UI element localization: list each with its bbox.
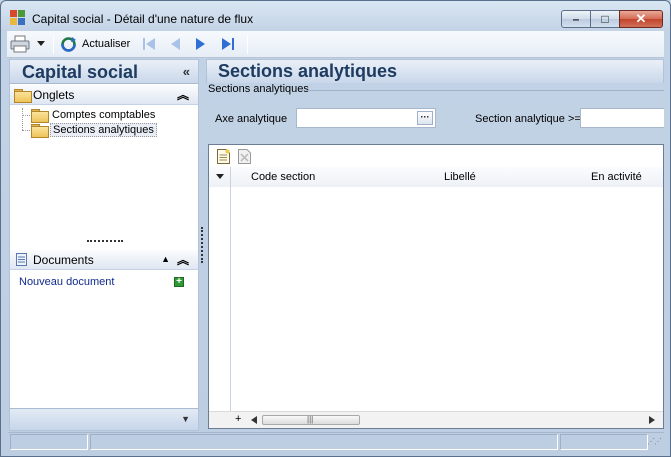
navigation-panel-footer: ▼: [10, 408, 198, 430]
toolbar-separator: [53, 35, 54, 54]
content-header: Sections analytiques: [206, 59, 664, 83]
chevron-down-icon[interactable]: ▼: [181, 414, 190, 424]
tree-connector: [22, 130, 30, 131]
collapse-section-icon[interactable]: ︽: [177, 251, 189, 268]
tree-item-label: Comptes comptables: [52, 109, 156, 121]
new-row-icon[interactable]: [217, 149, 230, 164]
tree-connector: [22, 115, 30, 116]
folder-icon: [31, 109, 49, 123]
toolbar-separator: [247, 35, 248, 54]
group-divider: [306, 90, 664, 91]
status-cell: [10, 434, 88, 450]
close-button[interactable]: ✕: [619, 10, 663, 28]
minimize-icon: –: [572, 12, 580, 26]
window-controls: – □ ✕: [561, 10, 663, 28]
printer-icon: [10, 35, 30, 53]
folder-icon: [14, 89, 32, 103]
column-header-en-activite[interactable]: En activité: [591, 171, 642, 183]
previous-record-button[interactable]: [168, 34, 182, 54]
scroll-right-icon[interactable]: [649, 416, 655, 424]
new-document-link[interactable]: Nouveau document: [19, 276, 114, 288]
documents-label: Documents: [33, 253, 94, 267]
add-icon[interactable]: +: [174, 277, 184, 287]
scrollbar-thumb[interactable]: |||: [262, 415, 360, 425]
row-selector-column: [209, 167, 231, 411]
chevron-up-icon[interactable]: ▲: [161, 254, 170, 264]
navigation-panel-title: Capital social: [22, 62, 139, 82]
navigation-panel-header: Capital social «: [10, 60, 198, 84]
group-title: Sections analytiques: [208, 83, 309, 95]
print-button[interactable]: [10, 34, 30, 54]
status-cell: [560, 434, 648, 450]
first-record-button[interactable]: [141, 34, 157, 54]
maximize-icon: □: [601, 12, 609, 26]
app-icon: [10, 10, 26, 26]
minimize-button[interactable]: –: [561, 10, 591, 28]
section-analytique-input[interactable]: [580, 108, 664, 128]
window-title: Capital social - Détail d'une nature de …: [32, 12, 254, 26]
navigation-panel: Capital social « Onglets ︽ Comptes compt…: [9, 59, 199, 431]
axe-analytique-label: Axe analytique: [215, 113, 288, 125]
grip-icon: |||: [307, 415, 314, 424]
horizontal-scrollbar[interactable]: + |||: [209, 411, 663, 428]
tree-item-label: Sections analytiques: [50, 123, 157, 137]
app-window: Capital social - Détail d'une nature de …: [0, 0, 671, 457]
column-header-code[interactable]: Code section: [251, 171, 315, 183]
onglets-section-header[interactable]: Onglets ︽: [10, 85, 198, 105]
page-title: Sections analytiques: [218, 61, 398, 81]
ellipsis-icon: ···: [420, 112, 430, 122]
title-bar: Capital social - Détail d'une nature de …: [1, 1, 670, 31]
first-icon: [143, 38, 155, 50]
browse-button[interactable]: ···: [417, 111, 433, 125]
splitter-grip[interactable]: [87, 240, 123, 243]
delete-row-icon[interactable]: [238, 149, 251, 164]
add-row-icon[interactable]: +: [235, 413, 241, 425]
last-icon: [222, 38, 234, 50]
onglets-label: Onglets: [33, 88, 75, 102]
vertical-splitter-grip[interactable]: [201, 227, 204, 263]
toolbar: Actualiser: [7, 31, 664, 58]
print-dropdown-button[interactable]: [37, 34, 45, 54]
next-record-button[interactable]: [194, 34, 208, 54]
last-record-button[interactable]: [220, 34, 236, 54]
status-bar: ⋰⋰: [8, 432, 664, 450]
close-icon: ✕: [635, 11, 647, 26]
next-icon: [196, 38, 205, 50]
open-folder-icon: [31, 124, 49, 138]
axe-analytique-input[interactable]: ···: [296, 108, 436, 128]
document-icon: [16, 253, 27, 266]
section-analytique-label: Section analytique >=: [475, 113, 581, 125]
refresh-icon: [61, 36, 76, 52]
chevron-down-icon: [37, 41, 45, 46]
sections-grid: Code section Libellé En activité + |||: [208, 144, 664, 429]
refresh-button[interactable]: Actualiser: [60, 34, 130, 54]
grid-header: Code section Libellé En activité: [209, 167, 663, 187]
grid-toolbar: [209, 145, 663, 167]
refresh-label: Actualiser: [82, 38, 131, 50]
column-header-libelle[interactable]: Libellé: [444, 171, 476, 183]
maximize-button[interactable]: □: [590, 10, 620, 28]
documents-section-header[interactable]: Documents ▲ ︽: [10, 250, 198, 270]
resize-grip-icon[interactable]: ⋰⋰: [647, 437, 662, 446]
collapse-panel-icon[interactable]: «: [183, 64, 190, 79]
scroll-left-icon[interactable]: [251, 416, 257, 424]
collapse-section-icon[interactable]: ︽: [177, 86, 189, 103]
status-cell: [90, 434, 558, 450]
previous-icon: [171, 38, 180, 50]
tree-connector: [22, 108, 23, 130]
